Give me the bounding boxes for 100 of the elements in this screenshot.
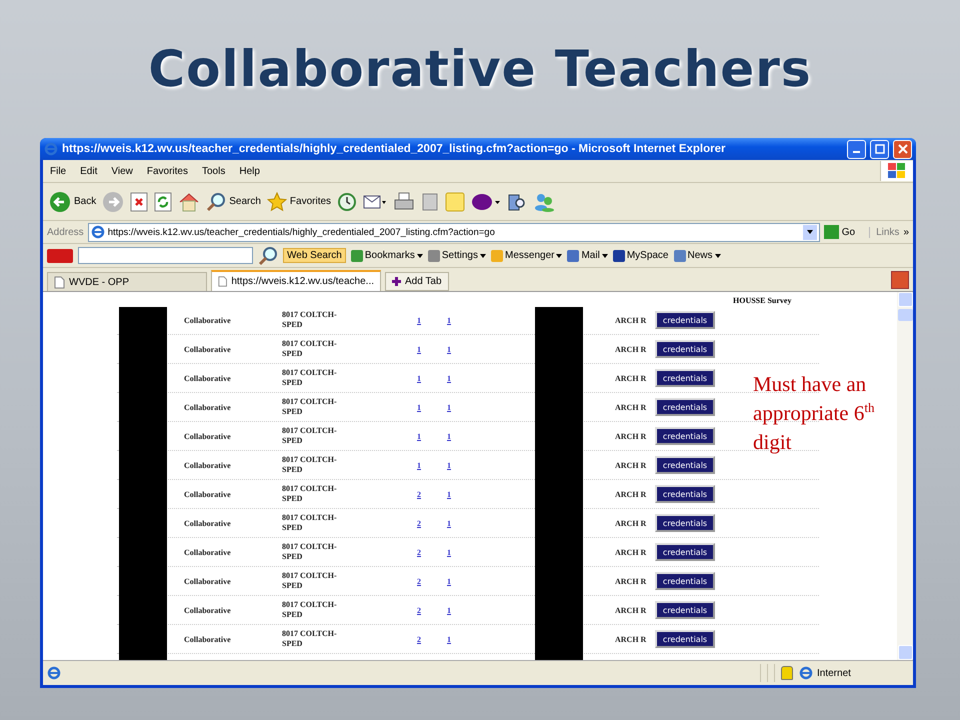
scroll-thumb[interactable] bbox=[898, 309, 912, 321]
credentials-button[interactable]: credentials bbox=[655, 369, 715, 387]
slide-title: Collaborative Teachers bbox=[148, 40, 812, 98]
credentials-button[interactable]: credentials bbox=[655, 630, 715, 648]
table-link[interactable]: 2 bbox=[417, 576, 447, 586]
menu-item[interactable]: Tools bbox=[194, 166, 232, 176]
table-link[interactable]: 1 bbox=[447, 576, 535, 586]
maximize-button[interactable] bbox=[870, 140, 889, 158]
caret-icon bbox=[556, 254, 562, 258]
table-cell-text: 8017 COLTCH-SPED bbox=[282, 513, 338, 533]
menu-item[interactable]: Help bbox=[232, 166, 267, 176]
browser-logo-icon bbox=[44, 142, 58, 156]
toolbar-menu-button[interactable]: Bookmarks bbox=[350, 250, 423, 262]
links-label[interactable]: Links bbox=[869, 226, 900, 238]
table-cell-text: Collaborative bbox=[184, 460, 232, 470]
toolbar-menu-button[interactable]: Messenger bbox=[491, 250, 562, 262]
table-link[interactable]: 1 bbox=[447, 634, 535, 644]
menu-item[interactable]: View bbox=[104, 166, 140, 176]
table-link[interactable]: 1 bbox=[447, 606, 535, 614]
printer-icon[interactable] bbox=[393, 192, 416, 212]
table-cell-text: Collaborative bbox=[184, 316, 232, 324]
table-link[interactable]: 1 bbox=[447, 490, 535, 498]
table-cell-text: 8017 COLTCH-SPED bbox=[282, 455, 338, 475]
table-link[interactable]: 1 bbox=[447, 548, 535, 556]
chevron-text[interactable]: » bbox=[903, 226, 909, 238]
table-link[interactable]: 2 bbox=[417, 490, 447, 498]
toolbar-button[interactable]: Search bbox=[206, 192, 261, 212]
address-label: Address bbox=[47, 226, 84, 238]
table-link[interactable]: 2 bbox=[417, 606, 447, 614]
search-field[interactable] bbox=[78, 247, 253, 264]
scrollbar[interactable] bbox=[897, 292, 913, 660]
credentials-button[interactable]: credentials bbox=[655, 427, 715, 445]
menu-item[interactable]: Favorites bbox=[140, 166, 195, 176]
minimize-button[interactable] bbox=[847, 140, 866, 158]
add-tab-button[interactable]: Add Tab bbox=[385, 272, 449, 291]
maximize-icon bbox=[874, 144, 884, 154]
table-cell-text: 8017 COLTCH-SPED bbox=[282, 339, 338, 359]
toolbar-button[interactable]: Back bbox=[49, 190, 96, 212]
credentials-button[interactable]: credentials bbox=[655, 572, 715, 590]
browser-tab[interactable]: https://wveis.k12.wv.us/teache... bbox=[211, 270, 381, 291]
close-button[interactable] bbox=[893, 140, 912, 158]
toolbar-menu-button[interactable]: MySpace bbox=[612, 250, 668, 262]
search-icon[interactable] bbox=[206, 192, 226, 212]
toolbar-menu-button[interactable]: Mail bbox=[567, 250, 608, 262]
credentials-button[interactable]: credentials bbox=[655, 543, 715, 561]
table-link[interactable]: 1 bbox=[447, 402, 535, 412]
table-link[interactable]: 1 bbox=[417, 374, 447, 382]
table-link[interactable]: 1 bbox=[447, 432, 535, 440]
browser-tab[interactable]: WVDE - OPP bbox=[47, 272, 207, 291]
book-magnifier-icon[interactable] bbox=[507, 192, 528, 212]
go-button[interactable]: Go bbox=[824, 225, 866, 239]
table-link[interactable]: 2 bbox=[417, 548, 447, 556]
table-link[interactable]: 2 bbox=[417, 518, 447, 528]
menu-item[interactable]: Edit bbox=[73, 166, 104, 176]
table-link[interactable]: 1 bbox=[417, 432, 447, 440]
credentials-button[interactable]: credentials bbox=[655, 456, 715, 474]
table-link[interactable]: 1 bbox=[447, 344, 535, 354]
caret-icon bbox=[806, 230, 813, 234]
table-link[interactable]: 1 bbox=[447, 518, 535, 528]
envelope-icon[interactable] bbox=[363, 192, 388, 210]
table-link[interactable]: 1 bbox=[417, 316, 447, 324]
table-cell-text: Collaborative bbox=[184, 374, 232, 382]
people-icon[interactable] bbox=[533, 192, 556, 212]
table-link[interactable]: 1 bbox=[417, 344, 447, 354]
toolbar-menu-button[interactable]: Settings bbox=[428, 250, 486, 262]
table-link[interactable]: 1 bbox=[447, 460, 535, 470]
credentials-button[interactable]: credentials bbox=[655, 398, 715, 416]
search-icon[interactable] bbox=[258, 246, 278, 266]
toolbar-button[interactable]: Favorites bbox=[266, 192, 332, 212]
toolbar-menu-button[interactable]: News bbox=[674, 250, 721, 262]
lock-icon bbox=[781, 666, 793, 680]
refresh-icon[interactable] bbox=[154, 192, 172, 212]
credentials-button[interactable]: credentials bbox=[655, 311, 715, 329]
table-cell-text: ARCH R bbox=[615, 316, 648, 324]
table-link[interactable]: 1 bbox=[417, 460, 447, 470]
page-icon bbox=[47, 666, 61, 680]
table-link[interactable]: 1 bbox=[447, 316, 535, 324]
table-cell-text: ARCH R bbox=[615, 490, 648, 498]
address-field[interactable]: https://wveis.k12.wv.us/teacher_credentials/highly_credentialed_2007_listing.cfm?action=go bbox=[88, 222, 820, 242]
credentials-button[interactable]: credentials bbox=[655, 485, 715, 503]
table-cell-text: ARCH R bbox=[615, 374, 648, 382]
table-cell-text: Collaborative bbox=[184, 490, 232, 498]
credentials-button[interactable]: credentials bbox=[655, 601, 715, 619]
table-cell-text: 8017 COLTCH-SPED bbox=[282, 629, 338, 649]
table-cell-text: ARCH R bbox=[615, 548, 648, 556]
table-link[interactable]: 1 bbox=[417, 402, 447, 412]
credentials-button[interactable]: credentials bbox=[655, 514, 715, 532]
table-cell-text: ARCH R bbox=[615, 634, 648, 644]
table-link[interactable]: 2 bbox=[417, 634, 447, 644]
menu-item[interactable]: File bbox=[43, 166, 74, 176]
table-link[interactable]: 1 bbox=[447, 374, 535, 382]
table-cell-text: 8017 COLTCH-SPED bbox=[282, 368, 338, 388]
table-cell-text: Collaborative bbox=[184, 344, 232, 354]
star-icon[interactable] bbox=[266, 192, 287, 212]
stop-icon[interactable] bbox=[130, 192, 148, 212]
web-search-button[interactable]: Web Search bbox=[283, 248, 346, 263]
document-icon[interactable] bbox=[421, 192, 440, 212]
house-icon[interactable] bbox=[178, 192, 200, 212]
table-cell-text: Collaborative bbox=[184, 606, 232, 614]
credentials-button[interactable]: credentials bbox=[655, 340, 715, 358]
